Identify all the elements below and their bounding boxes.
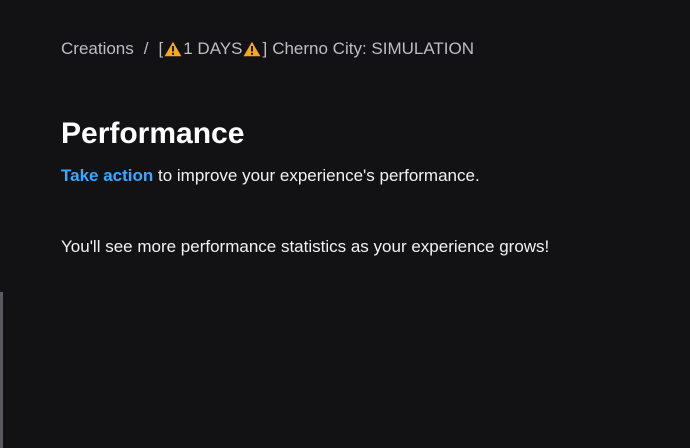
breadcrumb-current: [ 1 DAYS ] Cherno City: SIMULATION [159, 39, 475, 59]
scrollbar-thumb[interactable] [0, 292, 3, 448]
breadcrumb-open-bracket: [ [158, 39, 164, 58]
performance-subtitle: Take action to improve your experience's… [61, 165, 480, 187]
breadcrumb-experience-title: Cherno City: SIMULATION [272, 39, 475, 58]
info-message: You'll see more performance statistics a… [61, 237, 550, 256]
subtitle-text: to improve your experience's performance… [153, 166, 480, 185]
breadcrumb: Creations / [ 1 DAYS ] Cherno City: SIMU… [61, 39, 474, 59]
breadcrumb-creations-link[interactable]: Creations [61, 39, 134, 59]
breadcrumb-close-bracket: ] [262, 39, 268, 58]
breadcrumb-badge-text: 1 DAYS [183, 39, 243, 58]
page-title: Performance [61, 117, 245, 150]
warning-icon [164, 41, 182, 57]
breadcrumb-separator: / [143, 39, 149, 58]
take-action-link[interactable]: Take action [61, 166, 153, 185]
left-scrollbar[interactable] [0, 0, 3, 448]
warning-icon [243, 41, 261, 57]
